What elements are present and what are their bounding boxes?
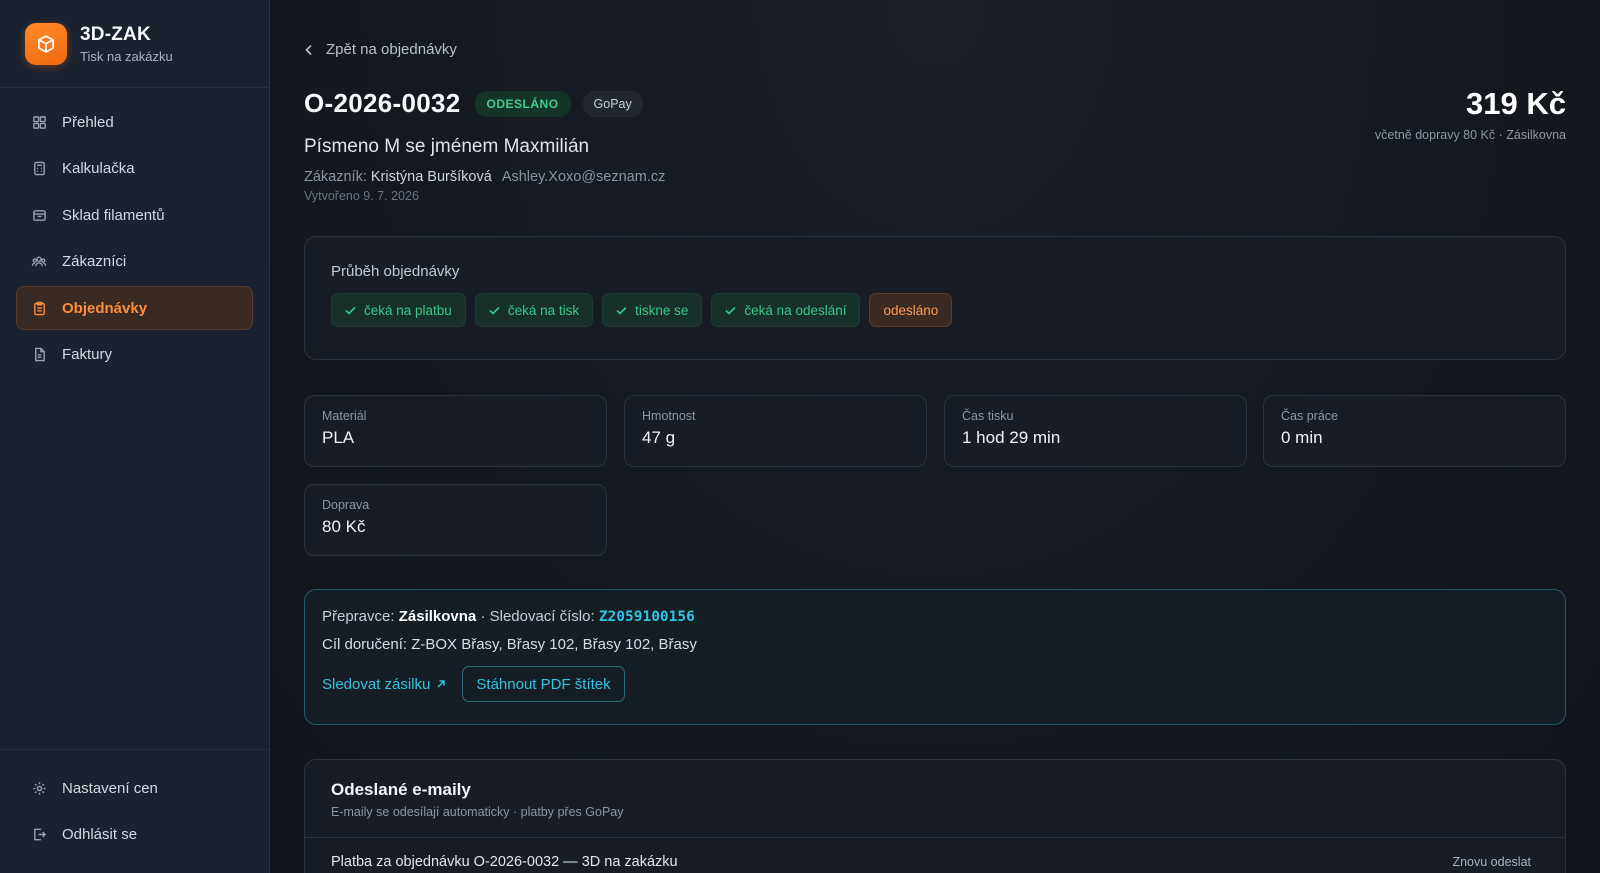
carrier-name: Zásilkovna (398, 608, 477, 625)
check-icon (345, 306, 356, 315)
calculator-icon (31, 161, 47, 177)
destination: Cíl doručení: Z-BOX Břasy, Břasy 102, Bř… (322, 636, 697, 653)
stat-label: Doprava (322, 498, 370, 512)
carrier-line: Přepravce: Zásilkovna · Sledovací číslo:… (322, 608, 1548, 625)
brand: 3D-ZAK Tisk na zakázku (0, 0, 269, 88)
progress-title: Průběh objednávky (331, 263, 460, 280)
brand-subtitle: Tisk na zakázku (80, 48, 173, 64)
back-link[interactable]: Zpět na objednávky (304, 41, 457, 58)
emails-title: Odeslané e-maily (331, 780, 471, 799)
progress-step-label: odesláno (883, 302, 939, 318)
progress-step[interactable]: čeká na tisk (474, 293, 594, 327)
stat-value: PLA (322, 428, 355, 447)
stat-print-time: Čas tisku 1 hod 29 min (944, 395, 1247, 467)
sent-emails-card: Odeslané e-maily E-maily se odesílají au… (304, 759, 1566, 873)
progress-step-current[interactable]: odesláno (869, 293, 953, 327)
sidebar-nav: Přehled Kalkulačka Sklad filamentů Zákaz… (0, 88, 269, 379)
logout-icon (31, 827, 47, 843)
sidebar-item-odhlasit[interactable]: Odhlásit se (16, 813, 253, 857)
download-pdf-label-button[interactable]: Stáhnout PDF štítek (462, 666, 625, 702)
sidebar-item-label: Zákazníci (62, 253, 127, 270)
external-arrow-icon (436, 679, 446, 689)
customer-email: Ashley.Xoxo@seznam.cz (501, 169, 666, 185)
email-row: Platba za objednávku O-2026-0032 — 3D na… (305, 838, 1565, 870)
sidebar-item-label: Kalkulačka (62, 160, 135, 177)
clipboard-icon (31, 300, 47, 316)
sidebar-item-label: Sklad filamentů (62, 206, 165, 224)
progress-step-label: čeká na odeslání (744, 302, 847, 318)
progress-step-label: čeká na tisk (507, 302, 580, 318)
price-box: 319 Kč včetně dopravy 80 Kč · Zásilkovna (1374, 86, 1566, 142)
progress-step[interactable]: čeká na platbu (331, 293, 466, 327)
customer-line: Zákazník: Kristýna Buršíková Ashley.Xoxo… (304, 169, 1566, 185)
progress-step[interactable]: tiskne se (602, 293, 703, 327)
stat-label: Čas tisku (962, 409, 1014, 423)
order-id: O-2026-0032 (304, 88, 461, 118)
emails-subtitle: E-maily se odesílají automaticky · platb… (331, 805, 624, 819)
order-progress-card: Průběh objednávky čeká na platbu čeká na… (304, 236, 1566, 360)
stat-value: 1 hod 29 min (962, 428, 1061, 447)
status-badge: ODESLÁNO (474, 90, 571, 117)
sidebar-item-kalkulacka[interactable]: Kalkulačka (16, 147, 253, 191)
chevron-left-icon (304, 44, 314, 56)
created-date: Vytvořeno 9. 7. 2026 (304, 189, 419, 203)
email-subject: Platba za objednávku O-2026-0032 — 3D na… (331, 854, 678, 870)
back-link-label: Zpět na objednávky (326, 41, 457, 58)
sidebar-bottom: Nastavení cen Odhlásit se (0, 749, 269, 873)
track-shipment-link[interactable]: Sledovat zásilku (322, 676, 446, 693)
stat-value: 47 g (642, 428, 676, 447)
document-icon (31, 347, 47, 363)
stat-shipping: Doprava 80 Kč (304, 484, 607, 556)
users-icon (31, 254, 47, 270)
sidebar-item-label: Objednávky (62, 299, 148, 317)
grid-icon (31, 114, 47, 130)
shipping-card: Přepravce: Zásilkovna · Sledovací číslo:… (304, 589, 1566, 725)
gear-icon (31, 780, 47, 796)
sidebar-item-label: Faktury (62, 346, 113, 363)
sidebar-item-prehled[interactable]: Přehled (16, 100, 253, 144)
sidebar-item-objednavky[interactable]: Objednávky (16, 286, 253, 330)
sidebar-item-zakaznici[interactable]: Zákazníci (16, 240, 253, 284)
payment-badge: GoPay (582, 90, 643, 117)
carrier-label: Přepravce: (322, 608, 395, 625)
sidebar-item-label: Odhlásit se (62, 826, 138, 843)
price-note: včetně dopravy 80 Kč · Zásilkovna (1374, 128, 1566, 142)
emails-header: Odeslané e-maily E-maily se odesílají au… (305, 760, 1565, 838)
brand-name: 3D-ZAK (80, 23, 151, 45)
order-header: O-2026-0032 ODESLÁNO GoPay Písmeno M se … (304, 86, 1566, 203)
check-icon (489, 306, 500, 315)
track-link-label: Sledovat zásilku (322, 675, 431, 693)
tracking-label: · Sledovací číslo: (480, 608, 595, 625)
sidebar-item-label: Nastavení cen (62, 779, 158, 797)
stat-value: 80 Kč (322, 517, 366, 536)
customer-label: Zákazník: (304, 169, 367, 185)
sidebar-item-label: Přehled (62, 113, 114, 131)
progress-step-label: tiskne se (635, 302, 689, 318)
progress-steps: čeká na platbu čeká na tisk tiskne se če… (331, 293, 1539, 327)
order-price: 319 Kč (1466, 86, 1566, 121)
tracking-number[interactable]: Z2059100156 (599, 609, 695, 625)
stat-material: Materiál PLA (304, 395, 607, 467)
check-icon (616, 306, 627, 315)
resend-button[interactable]: Znovu odeslat (1452, 855, 1531, 869)
app-root: 3D-ZAK Tisk na zakázku Přehled Kalkulačk… (0, 0, 1600, 873)
stat-label: Materiál (322, 409, 367, 423)
check-icon (725, 306, 736, 315)
stat-label: Hmotnost (642, 409, 696, 423)
stat-weight: Hmotnost 47 g (624, 395, 927, 467)
progress-step[interactable]: čeká na odeslání (711, 293, 861, 327)
stat-work-time: Čas práce 0 min (1263, 395, 1566, 467)
sidebar: 3D-ZAK Tisk na zakázku Přehled Kalkulačk… (0, 0, 270, 873)
main-content: Zpět na objednávky O-2026-0032 ODESLÁNO … (270, 0, 1600, 873)
sidebar-item-faktury[interactable]: Faktury (16, 333, 253, 377)
progress-step-label: čeká na platbu (364, 302, 452, 318)
cube-logo-icon (25, 22, 67, 65)
stat-label: Čas práce (1281, 409, 1338, 423)
customer-name: Kristýna Buršíková (370, 169, 492, 185)
sidebar-item-sklad[interactable]: Sklad filamentů (16, 193, 253, 237)
box-icon (31, 207, 47, 223)
stat-value: 0 min (1281, 428, 1323, 447)
sidebar-item-nastaveni-cen[interactable]: Nastavení cen (16, 766, 253, 810)
shipping-actions: Sledovat zásilku Stáhnout PDF štítek (322, 666, 1548, 702)
